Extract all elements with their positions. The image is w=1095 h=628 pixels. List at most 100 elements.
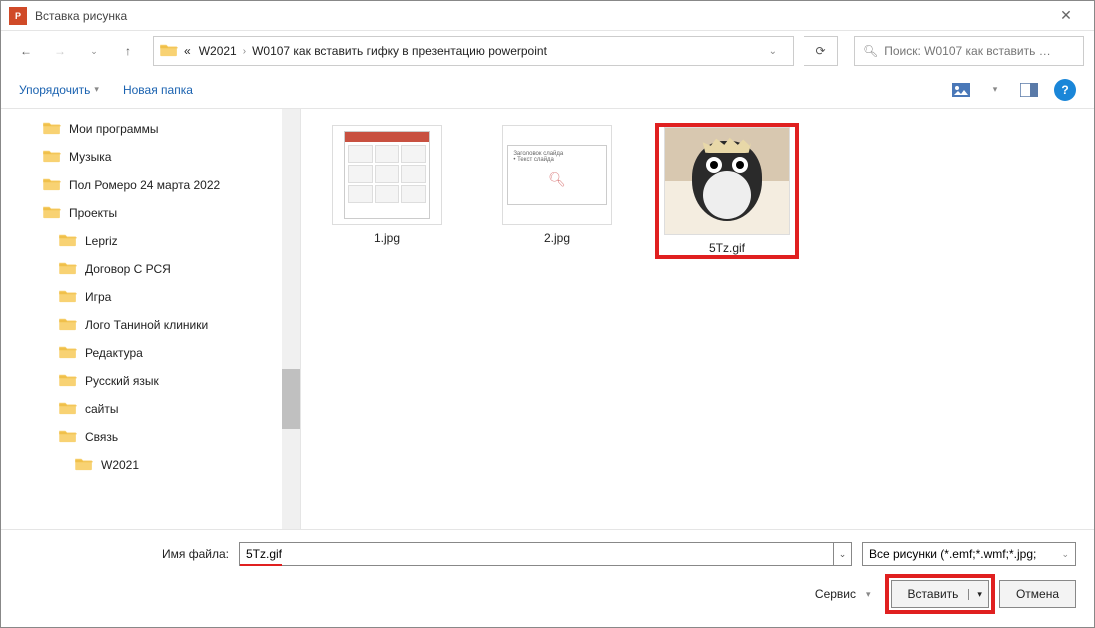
tree-item[interactable]: Lepriz [1, 227, 300, 255]
path-segment[interactable]: W2021 [199, 44, 237, 58]
tree-item-label: Мои программы [69, 122, 159, 136]
new-folder-button[interactable]: Новая папка [123, 83, 193, 97]
insert-dropdown-icon[interactable]: ▾ [968, 589, 982, 600]
scrollbar-thumb[interactable] [282, 369, 300, 429]
main-area: Мои программы Музыка Пол Ромеро 24 марта 2… [1, 109, 1094, 529]
tree-item-label: Лого Таниной клиники [85, 318, 208, 332]
filename-field-wrap [239, 542, 834, 566]
tree-item[interactable]: Лого Таниной клиники [1, 311, 300, 339]
file-name: 5Tz.gif [709, 241, 745, 255]
chevron-down-icon: ▾ [866, 589, 871, 600]
view-mode-dropdown[interactable]: ▾ [980, 78, 1010, 102]
recent-dropdown[interactable]: ⌄ [79, 36, 109, 66]
tree-item[interactable]: Русский язык [1, 367, 300, 395]
forward-button[interactable]: → [45, 36, 75, 66]
tree-item[interactable]: Проекты [1, 199, 300, 227]
path-prefix: « [184, 44, 191, 58]
new-folder-label: Новая папка [123, 83, 193, 97]
toolbar: Упорядочить ▾ Новая папка ▾ ? [1, 71, 1094, 109]
address-bar[interactable]: « W2021 › W0107 как вставить гифку в пре… [153, 36, 794, 66]
view-mode-button[interactable] [946, 78, 976, 102]
folder-icon [43, 177, 69, 194]
folder-icon [43, 149, 69, 166]
folder-icon [59, 429, 85, 446]
file-item[interactable]: 5Tz.gif [657, 125, 797, 257]
file-item[interactable]: 1.jpg [317, 125, 457, 245]
path-separator-icon: › [243, 46, 246, 57]
tree-item[interactable]: Игра [1, 283, 300, 311]
tree-item[interactable]: Редактура [1, 339, 300, 367]
folder-icon [59, 373, 85, 390]
folder-icon [43, 121, 69, 138]
tools-button[interactable]: Сервис ▾ [815, 587, 871, 601]
insert-label: Вставить [908, 587, 959, 601]
tree-item[interactable]: Пол Ромеро 24 марта 2022 [1, 171, 300, 199]
search-input[interactable] [884, 44, 1075, 58]
tree-item-label: W2021 [101, 458, 139, 472]
tree-item[interactable]: W2021 [1, 451, 300, 479]
folder-tree: Мои программы Музыка Пол Ромеро 24 марта 2… [1, 109, 301, 529]
cancel-label: Отмена [1016, 587, 1059, 601]
tree-scrollbar[interactable] [282, 109, 300, 529]
file-thumbnail [664, 127, 790, 235]
window-title: Вставка рисунка [35, 9, 1046, 23]
powerpoint-icon: P [9, 7, 27, 25]
back-button[interactable]: ← [11, 36, 41, 66]
folder-icon [160, 43, 184, 60]
titlebar: P Вставка рисунка ✕ [1, 1, 1094, 31]
tree-item-label: Пол Ромеро 24 марта 2022 [69, 178, 220, 192]
tree-item[interactable]: Музыка [1, 143, 300, 171]
help-button[interactable]: ? [1054, 79, 1076, 101]
tree-item-label: Русский язык [85, 374, 159, 388]
filename-dropdown[interactable]: ⌄ [834, 542, 852, 566]
chevron-down-icon: ⌄ [1061, 549, 1069, 560]
folder-icon [59, 345, 85, 362]
up-button[interactable]: ↑ [113, 36, 143, 66]
tree-item-label: Игра [85, 290, 111, 304]
file-type-filter[interactable]: Все рисунки (*.emf;*.wmf;*.jpg; ⌄ [862, 542, 1076, 566]
folder-icon [59, 261, 85, 278]
organize-button[interactable]: Упорядочить ▾ [19, 83, 99, 97]
tree-item-label: сайты [85, 402, 119, 416]
tree-item[interactable]: Мои программы [1, 115, 300, 143]
tree-item[interactable]: Договор С РСЯ [1, 255, 300, 283]
highlight-underline [240, 564, 282, 566]
refresh-button[interactable]: ⟳ [804, 36, 838, 66]
file-thumbnail: Заголовок слайда• Текст слайда🔍︎ [502, 125, 612, 225]
tree-item-label: Проекты [69, 206, 117, 220]
nav-bar: ← → ⌄ ↑ « W2021 › W0107 как вставить гиф… [1, 31, 1094, 71]
file-item[interactable]: Заголовок слайда• Текст слайда🔍︎ 2.jpg [487, 125, 627, 245]
file-name: 1.jpg [374, 231, 400, 245]
search-box[interactable]: 🔍︎ [854, 36, 1084, 66]
filter-label: Все рисунки (*.emf;*.wmf;*.jpg; [869, 547, 1036, 561]
folder-icon [43, 205, 69, 222]
tree-item-label: Связь [85, 430, 118, 444]
preview-pane-button[interactable] [1014, 78, 1044, 102]
organize-label: Упорядочить [19, 83, 90, 97]
bottom-bar: Имя файла: ⌄ Все рисунки (*.emf;*.wmf;*.… [1, 529, 1094, 620]
filename-label: Имя файла: [19, 547, 239, 561]
path-segment[interactable]: W0107 как вставить гифку в презентацию p… [252, 44, 547, 58]
file-name: 2.jpg [544, 231, 570, 245]
path-dropdown-icon[interactable]: ⌄ [759, 46, 787, 57]
folder-icon [59, 317, 85, 334]
chevron-down-icon: ▾ [94, 84, 99, 95]
tree-item-label: Lepriz [85, 234, 118, 248]
filename-input[interactable] [246, 543, 827, 565]
cancel-button[interactable]: Отмена [999, 580, 1076, 608]
file-list: 1.jpg Заголовок слайда• Текст слайда🔍︎ 2.j… [301, 109, 1094, 529]
folder-icon [59, 401, 85, 418]
tree-item[interactable]: сайты [1, 395, 300, 423]
file-thumbnail [332, 125, 442, 225]
close-button[interactable]: ✕ [1046, 2, 1086, 30]
folder-icon [75, 457, 101, 474]
tools-label: Сервис [815, 587, 856, 601]
search-icon: 🔍︎ [863, 44, 878, 58]
tree-item-label: Музыка [69, 150, 111, 164]
insert-button[interactable]: Вставить ▾ [891, 580, 989, 608]
tree-item[interactable]: Связь [1, 423, 300, 451]
tree-item-label: Договор С РСЯ [85, 262, 171, 276]
folder-icon [59, 289, 85, 306]
tree-item-label: Редактура [85, 346, 143, 360]
folder-icon [59, 233, 85, 250]
